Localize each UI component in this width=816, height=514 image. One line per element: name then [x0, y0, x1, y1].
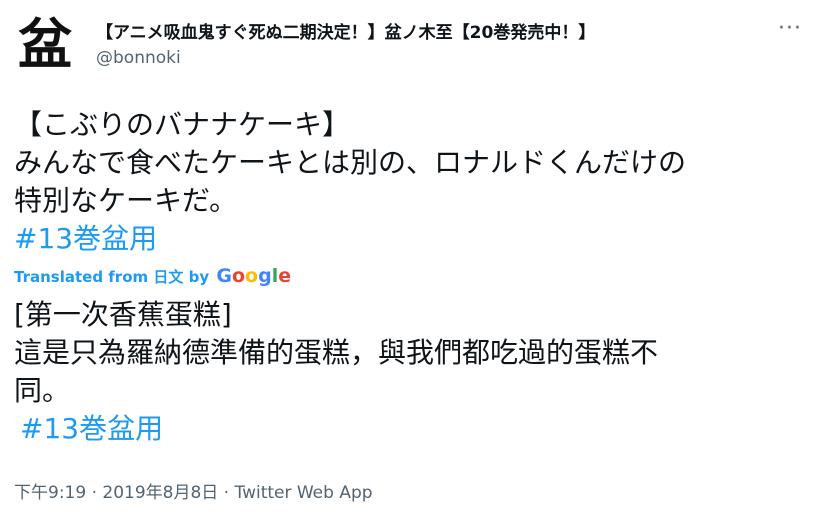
- translated-language: 日文: [153, 268, 184, 286]
- translation-line-2: 這是只為羅納德準備的蛋糕，與我們都吃過的蛋糕不: [14, 336, 659, 369]
- tweet-original-text: 【こぶりのバナナケーキ】 みんなで食べたケーキとは別の、ロナルドくんだけの 特別…: [14, 106, 804, 258]
- translation-line-1: [第一次香蕉蛋糕]: [14, 298, 232, 331]
- tweet-timestamp-source[interactable]: 下午9:19 · 2019年8月8日 · Twitter Web App: [14, 478, 373, 503]
- original-line-3: 特別なケーキだ。: [14, 184, 238, 217]
- display-name[interactable]: 【アニメ吸血鬼すぐ死ぬ二期決定！】盆ノ木至【20巻発売中！】: [96, 18, 595, 43]
- avatar-glyph: 盆: [18, 13, 72, 76]
- translated-from-label: Translated from 日文 by Google: [14, 265, 291, 287]
- original-hashtag-link[interactable]: #13巻盆用: [14, 220, 804, 258]
- translated-prefix: Translated from: [14, 268, 149, 286]
- avatar[interactable]: 盆: [14, 14, 76, 76]
- google-logo: Google: [216, 265, 292, 287]
- translation-hashtag-link[interactable]: #13巻盆用: [14, 410, 804, 448]
- translated-by: by: [188, 268, 210, 286]
- more-dots-icon[interactable]: ···: [778, 18, 802, 40]
- tweet-translated-text: [第一次香蕉蛋糕] 這是只為羅納德準備的蛋糕，與我們都吃過的蛋糕不 同。 #13…: [14, 296, 804, 448]
- translation-line-3: 同。: [14, 374, 71, 407]
- original-line-1: 【こぶりのバナナケーキ】: [14, 108, 351, 141]
- user-handle[interactable]: @bonnoki: [96, 48, 181, 68]
- original-line-2: みんなで食べたケーキとは別の、ロナルドくんだけの: [14, 146, 687, 179]
